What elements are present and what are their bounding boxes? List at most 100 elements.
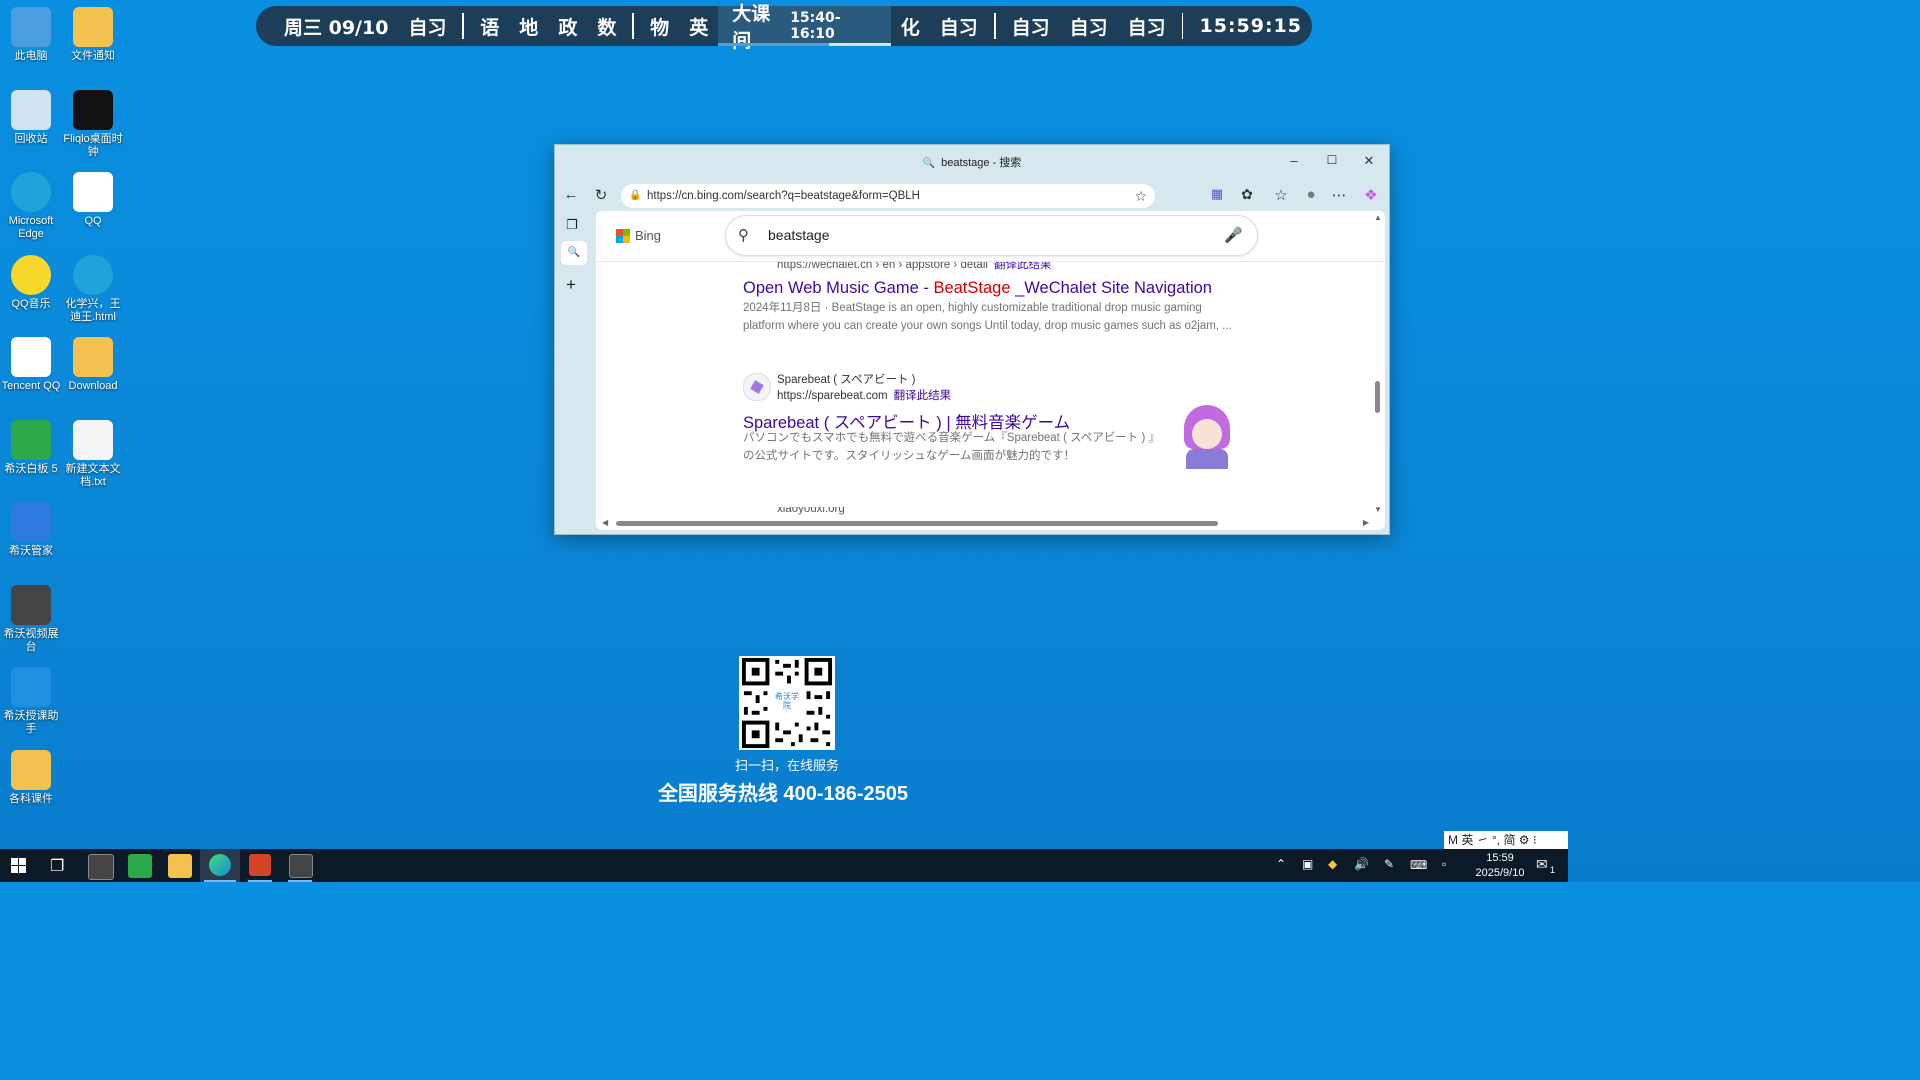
desktop-icon[interactable]: 希沃授课助手 (0, 667, 62, 736)
desktop-icon[interactable]: Fliqlo桌面时钟 (62, 89, 124, 159)
camera-icon (11, 584, 51, 625)
chevron-up-icon[interactable]: ⌃ (1276, 857, 1286, 871)
notification-icon[interactable]: ✉ (1536, 856, 1548, 873)
qr-center-text: 希沃学院 (775, 692, 799, 710)
desktop-icon[interactable]: Microsoft Edge (0, 172, 62, 241)
bing-label[interactable]: Bing (635, 228, 661, 243)
result-snippet: パソコンでもスマホでも無料で遊べる音楽ゲーム『Sparebeat ( スペアビー… (743, 432, 1161, 462)
schedule-item: 物 (650, 16, 670, 39)
folder-icon (11, 749, 51, 790)
new-tab-icon[interactable]: + (566, 275, 576, 295)
desktop-icon[interactable]: 希沃管家 (0, 502, 62, 558)
camera-app-icon[interactable] (88, 854, 114, 880)
desktop-icon-label: QQ (84, 215, 102, 227)
schedule-item: 自习 (1127, 16, 1166, 39)
desktop-icon[interactable]: 希沃白板 5 (0, 419, 62, 476)
powerpoint-icon[interactable] (240, 849, 280, 882)
refresh-icon[interactable]: ↻ (591, 186, 611, 204)
desktop-icon[interactable]: Download (62, 337, 124, 393)
volume-icon[interactable]: 🔊 (1354, 857, 1369, 871)
horizontal-scroll-thumb[interactable] (616, 521, 1218, 526)
horizontal-scrollbar[interactable]: ◀ ▶ (596, 516, 1371, 530)
result-thumbnail[interactable] (1174, 403, 1240, 473)
task-view-icon[interactable]: ❐ (50, 856, 64, 876)
profile-avatar-icon[interactable]: ● (1301, 186, 1321, 203)
schedule-item: 数 (597, 16, 617, 39)
network-icon[interactable]: ▣ (1302, 857, 1313, 871)
system-tray: ⌃ ▣ ◆ 🔊 ✎ ⌨ ▫ 15:59 2025/9/10 ✉ 1 (1268, 849, 1568, 882)
qq-music-icon (11, 254, 51, 295)
ime-status-bar[interactable]: M 英 ㇀ °, 简 ⚙ ⁝ (1444, 831, 1568, 849)
schedule-item: 化 (900, 16, 920, 39)
desktop-icon[interactable]: Tencent QQ (0, 337, 62, 393)
schedule-item: 自习 (1069, 16, 1108, 39)
start-button[interactable] (11, 858, 26, 873)
sparebeat-favicon (743, 373, 771, 401)
link-icon (11, 667, 51, 707)
tab-bing-search[interactable]: 🔍 (561, 241, 587, 265)
desktop-icon[interactable]: 新建文本文档.txt (62, 419, 124, 489)
schedule-item: 自习 (1011, 16, 1050, 39)
clock-icon (73, 89, 113, 130)
edge-taskbar-icon[interactable] (200, 849, 240, 882)
close-button[interactable]: ✕ (1359, 153, 1379, 169)
back-icon[interactable]: ← (561, 186, 581, 203)
desktop-icon-label: 新建文本文档.txt (65, 462, 121, 488)
tab-actions-icon[interactable]: ❐ (566, 217, 578, 233)
search-input[interactable]: ⚲ beatstage 🎤 (726, 216, 1257, 255)
shield-icon (11, 502, 51, 542)
more-menu-icon[interactable]: ⋯ (1329, 186, 1349, 204)
taskbar: ❐ ⌃ ▣ ◆ 🔊 ✎ ⌨ ▫ 15:59 2025/9/10 ✉ 1 (0, 849, 1568, 882)
camera-app-icon[interactable] (280, 849, 320, 882)
security-icon[interactable]: ◆ (1328, 857, 1337, 871)
qq-icon (11, 337, 51, 377)
desktop-icon[interactable]: 此电脑 (0, 7, 62, 63)
title-bar[interactable]: 🔍 beatstage - 搜索 – ☐ ✕ (555, 145, 1389, 179)
file-explorer-icon[interactable] (168, 854, 192, 878)
favorites-icon[interactable]: ☆ (1271, 186, 1291, 204)
edge-icon (11, 172, 51, 212)
folder-icon (73, 337, 113, 377)
schedule-item: 地 (519, 16, 539, 39)
edge-browser-window[interactable]: 🔍 beatstage - 搜索 – ☐ ✕ ← ↻ 🔒 https://cn.b… (554, 144, 1390, 535)
desktop-icon-label: 希沃授课助手 (3, 710, 59, 735)
bing-logo-icon[interactable] (616, 229, 630, 243)
keyboard-icon[interactable]: ⌨ (1410, 858, 1427, 872)
translate-link[interactable]: 翻译此结果 (994, 262, 1052, 271)
desktop-icon[interactable]: QQ (62, 172, 124, 228)
toolbar: ← ↻ 🔒 https://cn.bing.com/search?q=beats… (555, 180, 1389, 210)
extensions-icon[interactable]: ✿ (1237, 186, 1257, 203)
clock-date[interactable]: 2025/9/10 (1468, 867, 1532, 879)
screenshot-icon[interactable]: ▦ (1207, 186, 1227, 202)
input-mode-icon[interactable]: ▫ (1442, 857, 1446, 871)
vertical-tab-sidebar: ❐ 🔍 + (555, 211, 593, 534)
desktop-icon-label: 希沃白板 5 (4, 462, 58, 475)
result-title-link[interactable]: Open Web Music Game - BeatStage _WeChale… (743, 279, 1212, 298)
desktop-icon-label: 希沃视频展台 (3, 627, 59, 653)
maximize-button[interactable]: ☐ (1322, 153, 1342, 167)
seewo-board-icon[interactable] (128, 854, 152, 878)
desktop-icon-label: 各科课件 (9, 792, 53, 805)
desktop-icon[interactable]: 文件通知 (62, 7, 124, 63)
favorite-star-icon[interactable]: ☆ (1134, 184, 1147, 208)
desktop-icon-label: 希沃管家 (9, 545, 53, 557)
schedule-item: 英 (689, 16, 709, 39)
vertical-scrollbar[interactable]: ▲ ▼ (1373, 211, 1385, 516)
translate-link[interactable]: 翻译此结果 (894, 390, 952, 402)
clock-time[interactable]: 15:59 (1470, 852, 1530, 864)
microphone-icon[interactable]: 🎤 (1224, 216, 1243, 255)
vertical-scroll-thumb[interactable] (1375, 381, 1380, 413)
pen-icon[interactable]: ✎ (1384, 857, 1394, 871)
desktop-icon[interactable]: 希沃视频展台 (0, 584, 62, 654)
web-page: Bing ⚲ beatstage 🎤 https://wechalet.cn ›… (596, 211, 1385, 530)
desktop-icon[interactable]: QQ音乐 (0, 254, 62, 311)
copilot-icon[interactable]: ❖ (1361, 186, 1381, 204)
desktop-icon[interactable]: 化学兴，王迪王.html (62, 254, 124, 324)
address-bar[interactable]: 🔒 https://cn.bing.com/search?q=beatstage… (621, 184, 1155, 208)
desktop-icon[interactable]: 各科课件 (0, 749, 62, 806)
minimize-button[interactable]: – (1284, 153, 1304, 168)
schedule-separator (1181, 13, 1184, 39)
desktop-icon[interactable]: 回收站 (0, 89, 62, 146)
search-icon: 🔍 (922, 158, 936, 169)
schedule-item: 自习 (408, 16, 447, 39)
